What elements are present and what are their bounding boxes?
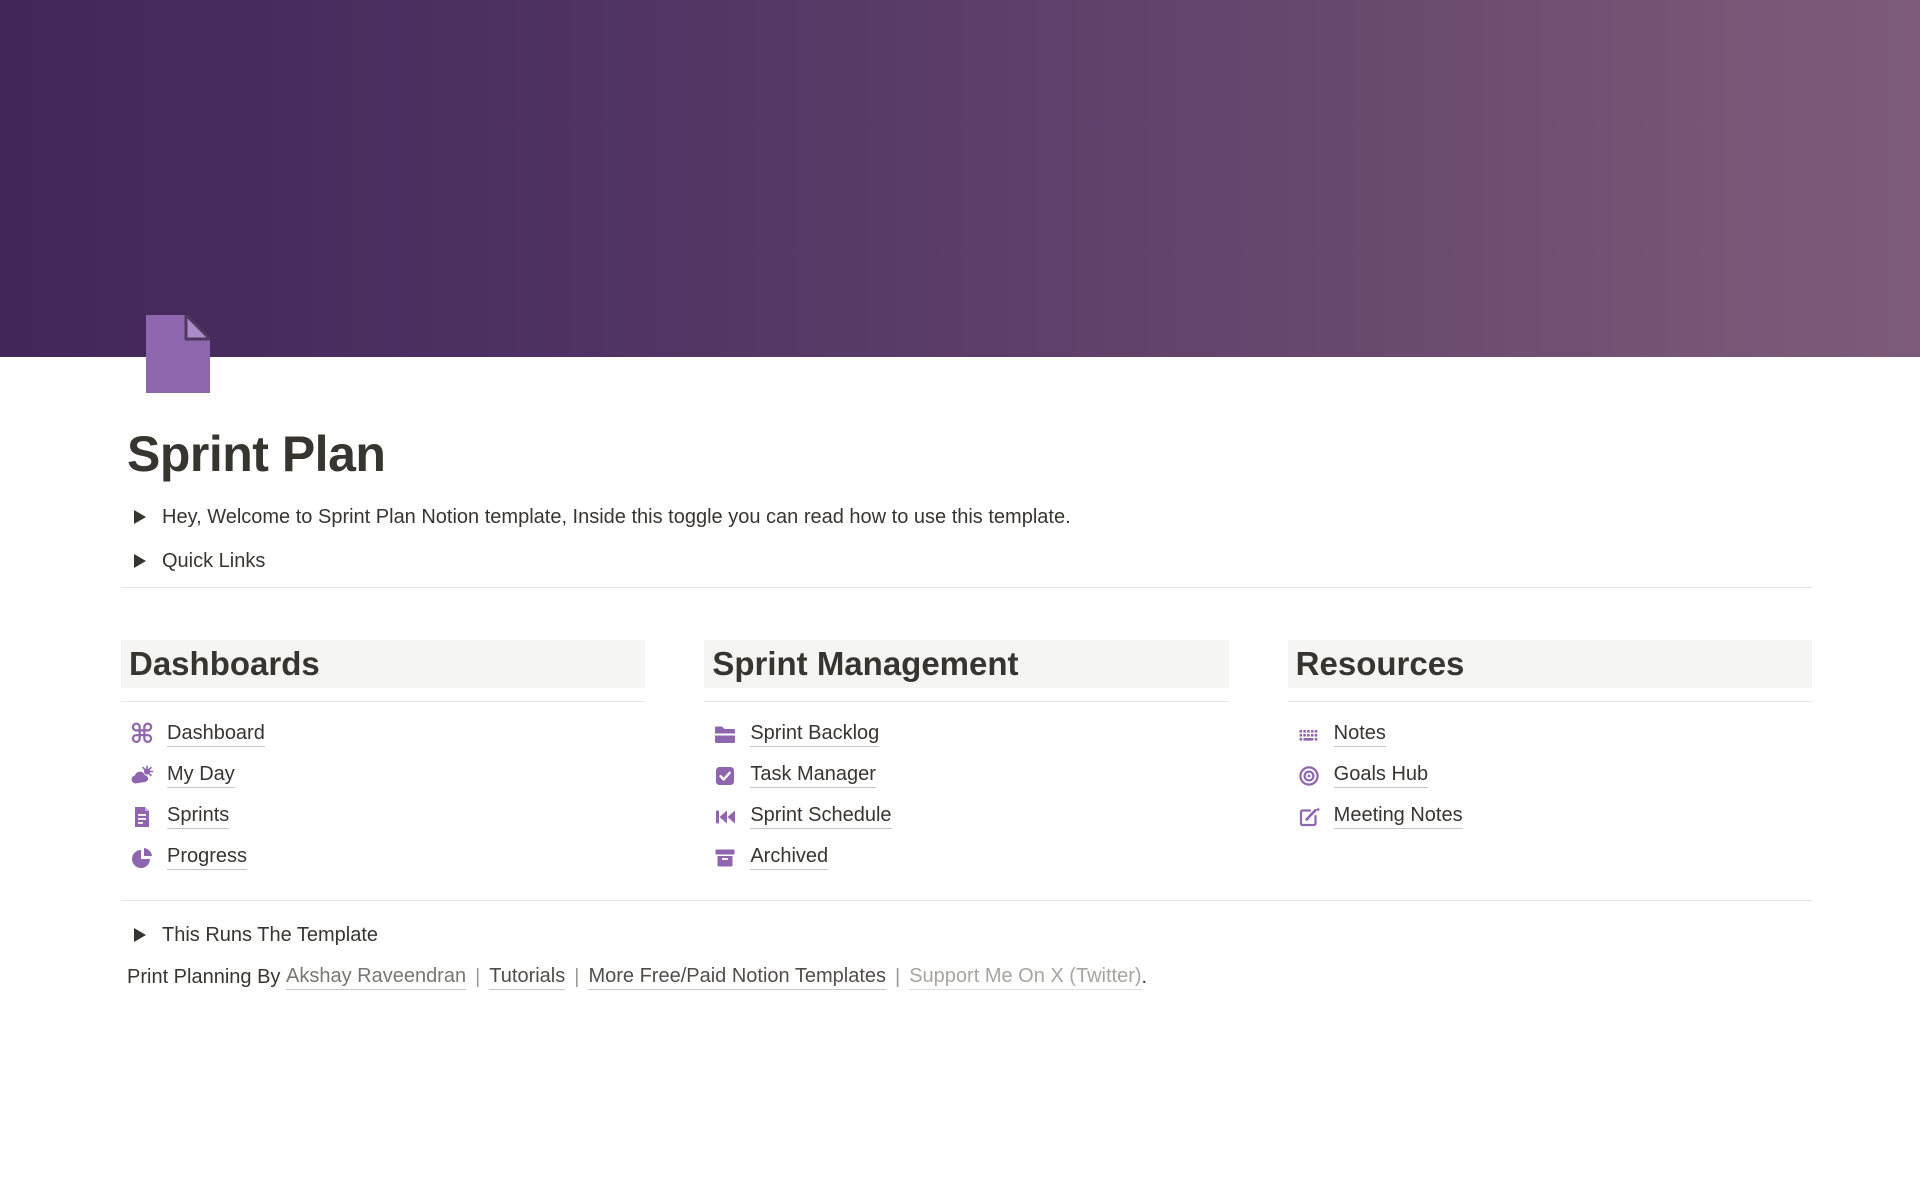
item-list: Notes Goals Hub bbox=[1288, 714, 1812, 837]
page-title: Sprint Plan bbox=[127, 424, 385, 484]
column-header-resources: Resources bbox=[1288, 640, 1812, 688]
page-cover bbox=[0, 0, 1920, 357]
divider bbox=[121, 701, 645, 702]
support-link[interactable]: Support Me On X (Twitter) bbox=[909, 965, 1141, 990]
divider bbox=[121, 900, 1812, 901]
toggle-this-runs-the-template[interactable]: This Runs The Template bbox=[127, 917, 378, 953]
column-resources: Resources Notes bbox=[1288, 640, 1812, 878]
link-item-my-day[interactable]: My Day bbox=[121, 755, 645, 796]
templates-link[interactable]: More Free/Paid Notion Templates bbox=[588, 965, 886, 990]
target-icon bbox=[1297, 764, 1321, 788]
column-header-dashboards: Dashboards bbox=[121, 640, 645, 688]
folder-icon bbox=[713, 723, 737, 747]
toggle-triangle-icon[interactable] bbox=[127, 922, 153, 948]
separator: | bbox=[895, 966, 900, 989]
column-header-sprint-management: Sprint Management bbox=[704, 640, 1228, 688]
link-item-progress[interactable]: Progress bbox=[121, 837, 645, 878]
checkbox-icon-item[interactable]: Task Manager bbox=[704, 755, 1228, 796]
link-item-sprint-schedule[interactable]: Sprint Schedule bbox=[704, 796, 1228, 837]
tutorials-link[interactable]: Tutorials bbox=[489, 965, 565, 990]
link-item-sprints[interactable]: Sprints bbox=[121, 796, 645, 837]
item-list: Sprint Backlog Task Manager bbox=[704, 714, 1228, 878]
sun-behind-cloud-icon bbox=[130, 764, 154, 788]
toggle-triangle-icon[interactable] bbox=[127, 504, 153, 530]
command-icon: ⌘ bbox=[130, 723, 154, 747]
page-document-icon[interactable] bbox=[146, 315, 210, 393]
toggle-welcome[interactable]: Hey, Welcome to Sprint Plan Notion templ… bbox=[127, 499, 1071, 535]
toggle-triangle-icon[interactable] bbox=[127, 548, 153, 574]
document-icon bbox=[130, 805, 154, 829]
archive-icon bbox=[713, 846, 737, 870]
credit-line: Print Planning By Akshay Raveendran | Tu… bbox=[127, 962, 1147, 992]
credit-suffix: . bbox=[1142, 966, 1148, 989]
toggle-runs-label: This Runs The Template bbox=[162, 924, 378, 947]
rewind-icon bbox=[713, 805, 737, 829]
separator: | bbox=[475, 966, 480, 989]
toggle-welcome-label: Hey, Welcome to Sprint Plan Notion templ… bbox=[162, 506, 1071, 529]
item-list: ⌘ Dashboard My Day bbox=[121, 714, 645, 878]
link-item-notes[interactable]: Notes bbox=[1288, 714, 1812, 755]
credit-prefix: Print Planning By bbox=[127, 966, 286, 989]
column-dashboards: Dashboards ⌘ Dashboard bbox=[121, 640, 645, 878]
link-item-dashboard[interactable]: ⌘ Dashboard bbox=[121, 714, 645, 755]
separator: | bbox=[574, 966, 579, 989]
toggle-quick-links[interactable]: Quick Links bbox=[127, 543, 265, 579]
divider bbox=[1288, 701, 1812, 702]
link-item-archived[interactable]: Archived bbox=[704, 837, 1228, 878]
divider bbox=[121, 587, 1812, 588]
link-item-goals-hub[interactable]: Goals Hub bbox=[1288, 755, 1812, 796]
keyboard-icon bbox=[1297, 723, 1321, 747]
link-columns: Dashboards ⌘ Dashboard bbox=[121, 640, 1812, 878]
author-link[interactable]: Akshay Raveendran bbox=[286, 965, 466, 990]
pie-chart-icon bbox=[130, 846, 154, 870]
toggle-quick-links-label: Quick Links bbox=[162, 550, 265, 573]
link-item-meeting-notes[interactable]: Meeting Notes bbox=[1288, 796, 1812, 837]
column-sprint-management: Sprint Management Sprint Backlog bbox=[704, 640, 1228, 878]
edit-icon bbox=[1297, 805, 1321, 829]
link-item-sprint-backlog[interactable]: Sprint Backlog bbox=[704, 714, 1228, 755]
checkbox-icon bbox=[713, 764, 737, 788]
divider bbox=[704, 701, 1228, 702]
